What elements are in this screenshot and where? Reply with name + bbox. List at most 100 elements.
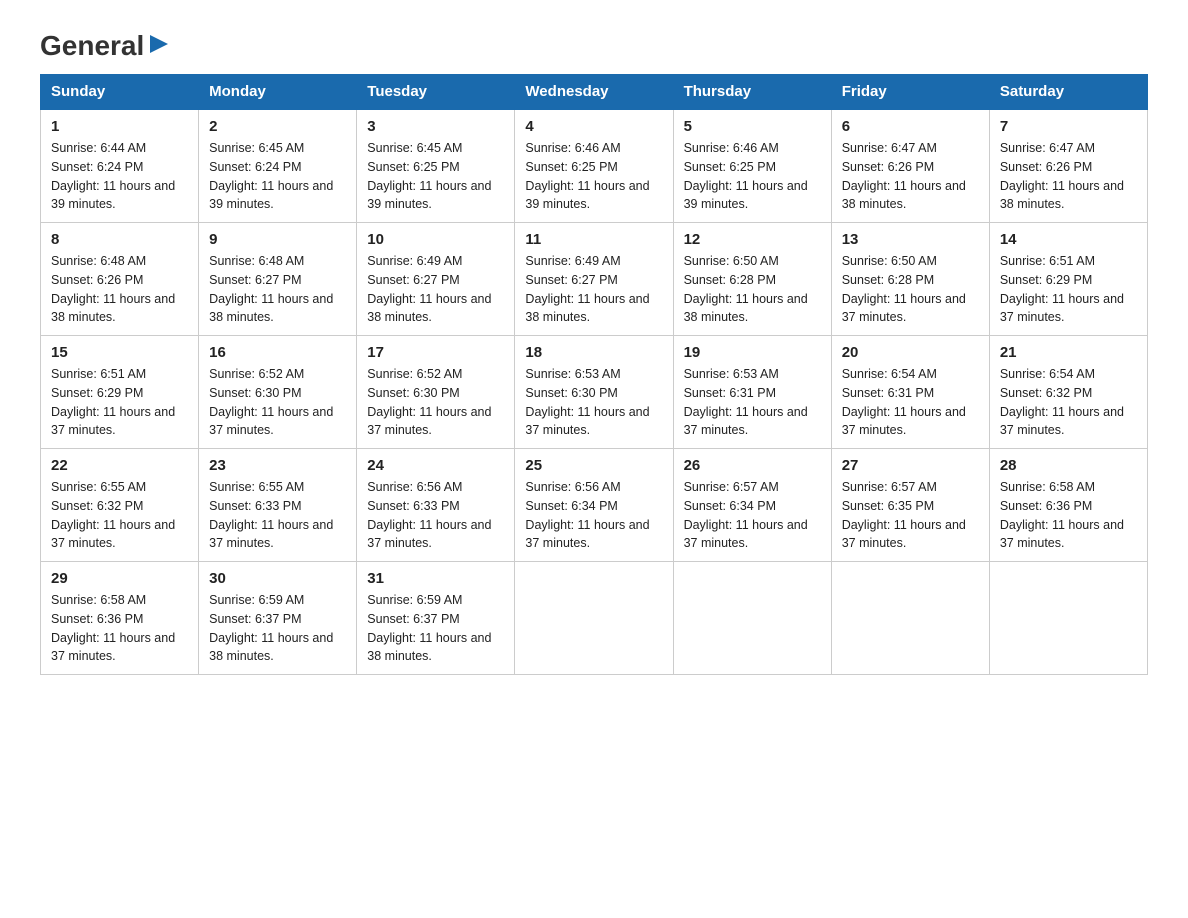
day-info: Sunrise: 6:54 AMSunset: 6:32 PMDaylight:… xyxy=(1000,365,1137,440)
logo-arrow-icon xyxy=(148,33,170,55)
day-info: Sunrise: 6:59 AMSunset: 6:37 PMDaylight:… xyxy=(367,591,504,666)
calendar-cell: 18 Sunrise: 6:53 AMSunset: 6:30 PMDaylig… xyxy=(515,336,673,449)
day-number: 25 xyxy=(525,457,662,474)
day-number: 31 xyxy=(367,570,504,587)
calendar-cell xyxy=(989,562,1147,675)
calendar-cell xyxy=(673,562,831,675)
calendar-cell xyxy=(831,562,989,675)
day-number: 17 xyxy=(367,344,504,361)
day-info: Sunrise: 6:50 AMSunset: 6:28 PMDaylight:… xyxy=(684,252,821,327)
day-info: Sunrise: 6:51 AMSunset: 6:29 PMDaylight:… xyxy=(51,365,188,440)
col-friday: Friday xyxy=(831,75,989,110)
day-info: Sunrise: 6:53 AMSunset: 6:30 PMDaylight:… xyxy=(525,365,662,440)
day-info: Sunrise: 6:49 AMSunset: 6:27 PMDaylight:… xyxy=(525,252,662,327)
calendar-week-row: 29 Sunrise: 6:58 AMSunset: 6:36 PMDaylig… xyxy=(41,562,1148,675)
col-sunday: Sunday xyxy=(41,75,199,110)
calendar-cell: 24 Sunrise: 6:56 AMSunset: 6:33 PMDaylig… xyxy=(357,449,515,562)
day-number: 2 xyxy=(209,118,346,135)
calendar-week-row: 22 Sunrise: 6:55 AMSunset: 6:32 PMDaylig… xyxy=(41,449,1148,562)
day-info: Sunrise: 6:44 AMSunset: 6:24 PMDaylight:… xyxy=(51,139,188,214)
day-info: Sunrise: 6:55 AMSunset: 6:32 PMDaylight:… xyxy=(51,478,188,553)
day-info: Sunrise: 6:58 AMSunset: 6:36 PMDaylight:… xyxy=(1000,478,1137,553)
day-number: 9 xyxy=(209,231,346,248)
day-info: Sunrise: 6:57 AMSunset: 6:34 PMDaylight:… xyxy=(684,478,821,553)
day-info: Sunrise: 6:48 AMSunset: 6:26 PMDaylight:… xyxy=(51,252,188,327)
day-info: Sunrise: 6:50 AMSunset: 6:28 PMDaylight:… xyxy=(842,252,979,327)
calendar-cell: 27 Sunrise: 6:57 AMSunset: 6:35 PMDaylig… xyxy=(831,449,989,562)
calendar-cell: 20 Sunrise: 6:54 AMSunset: 6:31 PMDaylig… xyxy=(831,336,989,449)
day-number: 16 xyxy=(209,344,346,361)
calendar-cell: 10 Sunrise: 6:49 AMSunset: 6:27 PMDaylig… xyxy=(357,223,515,336)
logo: General xyxy=(40,30,170,54)
calendar-cell: 19 Sunrise: 6:53 AMSunset: 6:31 PMDaylig… xyxy=(673,336,831,449)
day-number: 24 xyxy=(367,457,504,474)
day-number: 15 xyxy=(51,344,188,361)
calendar-cell: 7 Sunrise: 6:47 AMSunset: 6:26 PMDayligh… xyxy=(989,109,1147,223)
day-number: 11 xyxy=(525,231,662,248)
calendar-cell: 9 Sunrise: 6:48 AMSunset: 6:27 PMDayligh… xyxy=(199,223,357,336)
day-info: Sunrise: 6:57 AMSunset: 6:35 PMDaylight:… xyxy=(842,478,979,553)
calendar-cell: 29 Sunrise: 6:58 AMSunset: 6:36 PMDaylig… xyxy=(41,562,199,675)
calendar-cell: 4 Sunrise: 6:46 AMSunset: 6:25 PMDayligh… xyxy=(515,109,673,223)
col-monday: Monday xyxy=(199,75,357,110)
day-info: Sunrise: 6:58 AMSunset: 6:36 PMDaylight:… xyxy=(51,591,188,666)
day-info: Sunrise: 6:47 AMSunset: 6:26 PMDaylight:… xyxy=(1000,139,1137,214)
day-number: 10 xyxy=(367,231,504,248)
day-info: Sunrise: 6:56 AMSunset: 6:34 PMDaylight:… xyxy=(525,478,662,553)
day-number: 6 xyxy=(842,118,979,135)
calendar-cell: 28 Sunrise: 6:58 AMSunset: 6:36 PMDaylig… xyxy=(989,449,1147,562)
day-info: Sunrise: 6:45 AMSunset: 6:24 PMDaylight:… xyxy=(209,139,346,214)
calendar-cell: 31 Sunrise: 6:59 AMSunset: 6:37 PMDaylig… xyxy=(357,562,515,675)
calendar-cell: 1 Sunrise: 6:44 AMSunset: 6:24 PMDayligh… xyxy=(41,109,199,223)
calendar-cell: 6 Sunrise: 6:47 AMSunset: 6:26 PMDayligh… xyxy=(831,109,989,223)
calendar-week-row: 15 Sunrise: 6:51 AMSunset: 6:29 PMDaylig… xyxy=(41,336,1148,449)
calendar-header-row: Sunday Monday Tuesday Wednesday Thursday… xyxy=(41,75,1148,110)
day-number: 14 xyxy=(1000,231,1137,248)
calendar-cell: 17 Sunrise: 6:52 AMSunset: 6:30 PMDaylig… xyxy=(357,336,515,449)
day-number: 5 xyxy=(684,118,821,135)
day-info: Sunrise: 6:59 AMSunset: 6:37 PMDaylight:… xyxy=(209,591,346,666)
day-number: 26 xyxy=(684,457,821,474)
day-info: Sunrise: 6:49 AMSunset: 6:27 PMDaylight:… xyxy=(367,252,504,327)
col-saturday: Saturday xyxy=(989,75,1147,110)
day-number: 7 xyxy=(1000,118,1137,135)
day-info: Sunrise: 6:46 AMSunset: 6:25 PMDaylight:… xyxy=(525,139,662,214)
calendar-week-row: 1 Sunrise: 6:44 AMSunset: 6:24 PMDayligh… xyxy=(41,109,1148,223)
day-info: Sunrise: 6:45 AMSunset: 6:25 PMDaylight:… xyxy=(367,139,504,214)
day-number: 4 xyxy=(525,118,662,135)
day-number: 21 xyxy=(1000,344,1137,361)
day-number: 30 xyxy=(209,570,346,587)
day-number: 3 xyxy=(367,118,504,135)
calendar-cell: 21 Sunrise: 6:54 AMSunset: 6:32 PMDaylig… xyxy=(989,336,1147,449)
day-number: 22 xyxy=(51,457,188,474)
day-number: 8 xyxy=(51,231,188,248)
day-number: 28 xyxy=(1000,457,1137,474)
day-number: 19 xyxy=(684,344,821,361)
calendar-cell: 25 Sunrise: 6:56 AMSunset: 6:34 PMDaylig… xyxy=(515,449,673,562)
day-info: Sunrise: 6:53 AMSunset: 6:31 PMDaylight:… xyxy=(684,365,821,440)
day-info: Sunrise: 6:52 AMSunset: 6:30 PMDaylight:… xyxy=(209,365,346,440)
day-number: 1 xyxy=(51,118,188,135)
calendar-cell: 30 Sunrise: 6:59 AMSunset: 6:37 PMDaylig… xyxy=(199,562,357,675)
col-tuesday: Tuesday xyxy=(357,75,515,110)
calendar-table: Sunday Monday Tuesday Wednesday Thursday… xyxy=(40,74,1148,675)
day-number: 20 xyxy=(842,344,979,361)
calendar-cell: 14 Sunrise: 6:51 AMSunset: 6:29 PMDaylig… xyxy=(989,223,1147,336)
day-info: Sunrise: 6:51 AMSunset: 6:29 PMDaylight:… xyxy=(1000,252,1137,327)
calendar-cell: 8 Sunrise: 6:48 AMSunset: 6:26 PMDayligh… xyxy=(41,223,199,336)
calendar-cell: 26 Sunrise: 6:57 AMSunset: 6:34 PMDaylig… xyxy=(673,449,831,562)
col-thursday: Thursday xyxy=(673,75,831,110)
calendar-cell: 5 Sunrise: 6:46 AMSunset: 6:25 PMDayligh… xyxy=(673,109,831,223)
calendar-cell: 16 Sunrise: 6:52 AMSunset: 6:30 PMDaylig… xyxy=(199,336,357,449)
day-number: 13 xyxy=(842,231,979,248)
day-info: Sunrise: 6:52 AMSunset: 6:30 PMDaylight:… xyxy=(367,365,504,440)
calendar-cell: 11 Sunrise: 6:49 AMSunset: 6:27 PMDaylig… xyxy=(515,223,673,336)
day-info: Sunrise: 6:55 AMSunset: 6:33 PMDaylight:… xyxy=(209,478,346,553)
calendar-cell: 15 Sunrise: 6:51 AMSunset: 6:29 PMDaylig… xyxy=(41,336,199,449)
calendar-cell: 23 Sunrise: 6:55 AMSunset: 6:33 PMDaylig… xyxy=(199,449,357,562)
page-header: General xyxy=(40,30,1148,54)
calendar-cell: 22 Sunrise: 6:55 AMSunset: 6:32 PMDaylig… xyxy=(41,449,199,562)
logo-top: General xyxy=(40,30,170,62)
day-info: Sunrise: 6:47 AMSunset: 6:26 PMDaylight:… xyxy=(842,139,979,214)
day-info: Sunrise: 6:56 AMSunset: 6:33 PMDaylight:… xyxy=(367,478,504,553)
